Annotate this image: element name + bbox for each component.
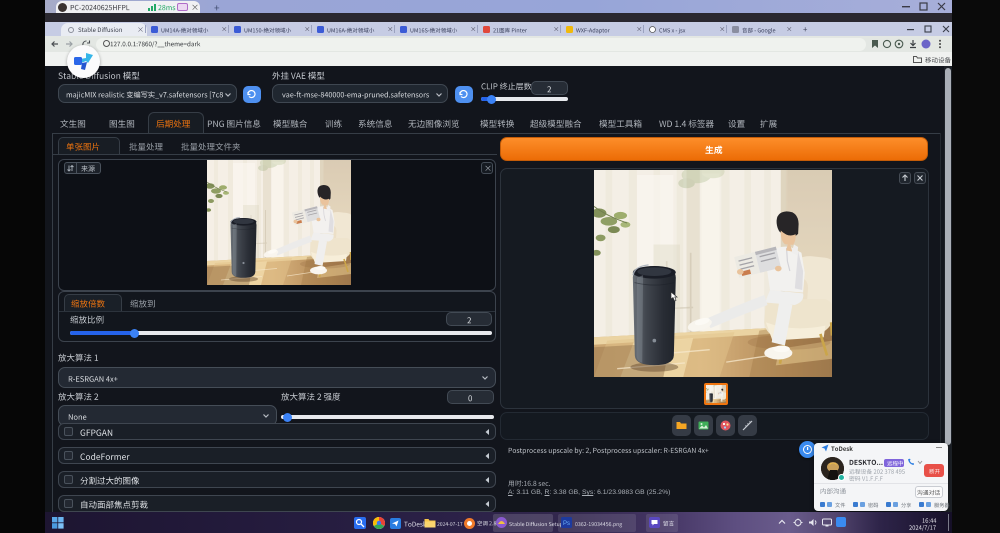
svg-text:Ps: Ps	[563, 521, 570, 527]
